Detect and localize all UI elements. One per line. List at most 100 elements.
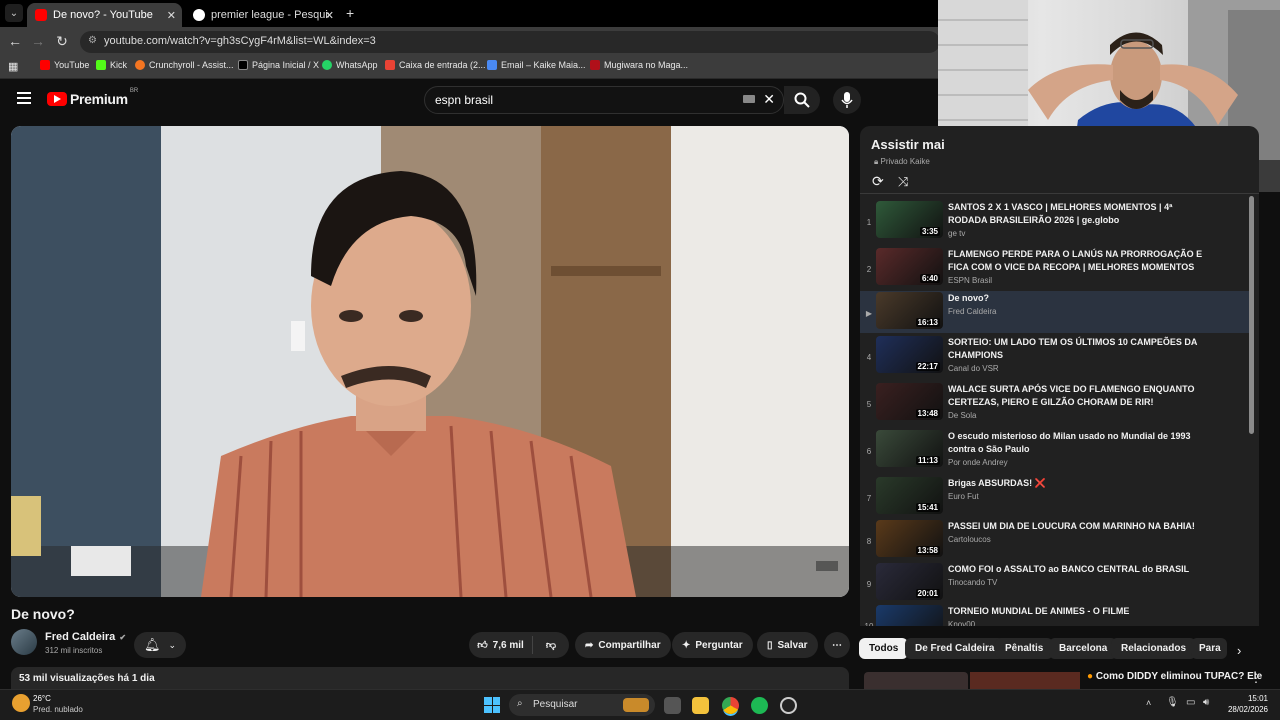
playlist-item-title[interactable]: O escudo misterioso do Milan usado no Mu… xyxy=(948,430,1213,456)
site-info-icon[interactable]: ⚙ xyxy=(88,35,97,46)
back-icon[interactable]: ← xyxy=(6,33,24,49)
playlist-item-thumbnail[interactable]: 22:17 xyxy=(876,336,943,373)
bookmark-mugiwara[interactable]: Mugiwara no Maga... xyxy=(590,60,688,70)
channel-avatar[interactable] xyxy=(11,629,37,655)
search-button[interactable] xyxy=(784,86,820,114)
clock-time[interactable]: 15:01 xyxy=(1222,694,1268,703)
ask-button[interactable]: ✦ Perguntar xyxy=(672,632,753,658)
description-box[interactable]: 53 mil visualizações há 1 dia xyxy=(11,667,849,689)
playlist-item[interactable]: 6 11:13 O escudo misterioso do Milan usado… xyxy=(860,429,1250,475)
loop-icon[interactable]: ⟳ xyxy=(872,173,884,190)
close-tab-icon[interactable]: ✕ xyxy=(325,9,334,22)
more-actions-button[interactable]: ⋯ xyxy=(824,632,850,658)
playlist-item-thumbnail[interactable]: 13:48 xyxy=(876,383,943,420)
playlist-item-title[interactable]: PASSEI UM DIA DE LOUCURA COM MARINHO NA … xyxy=(948,520,1213,533)
bookmark-crunchyroll[interactable]: Crunchyroll - Assist... xyxy=(135,60,234,70)
playlist-item-title[interactable]: SORTEIO: UM LADO TEM OS ÚLTIMOS 10 CAMPE… xyxy=(948,336,1213,362)
task-view-icon[interactable] xyxy=(664,697,681,714)
spotify-icon[interactable] xyxy=(751,697,768,714)
clear-search-icon[interactable]: ✕ xyxy=(763,91,775,108)
obs-icon[interactable] xyxy=(780,697,797,714)
playlist-item-title[interactable]: TORNEIO MUNDIAL DE ANIMES - O FILME xyxy=(948,605,1213,618)
bookmark-email[interactable]: Email – Kaike Maia... xyxy=(487,60,586,70)
video-player[interactable] xyxy=(11,126,849,597)
playlist-item-title[interactable]: De novo? xyxy=(948,292,1213,305)
next-video-menu-icon[interactable]: ⋮ xyxy=(1250,671,1262,685)
chip-para[interactable]: Para xyxy=(1191,638,1227,659)
chrome-icon[interactable] xyxy=(722,697,739,714)
playlist-title[interactable]: Assistir mai xyxy=(871,137,945,152)
playlist-item-title[interactable]: SANTOS 2 X 1 VASCO | MELHORES MOMENTOS |… xyxy=(948,201,1213,227)
clock-date[interactable]: 28/02/2026 xyxy=(1222,705,1268,714)
next-video-title[interactable]: ● Como DIDDY eliminou TUPAC? Ele xyxy=(1087,671,1262,682)
keyboard-icon[interactable] xyxy=(743,95,755,103)
bookmark-gmail[interactable]: Caixa de entrada (2... xyxy=(385,60,486,70)
youtube-logo[interactable]: Premium BR xyxy=(47,88,138,107)
bookmark-whatsapp[interactable]: WhatsApp xyxy=(322,60,378,70)
like-button[interactable]: 👍︎ 7,6 mil xyxy=(469,636,533,654)
playlist-item-thumbnail[interactable]: 6:40 xyxy=(876,248,943,285)
chip-relacionados[interactable]: Relacionados xyxy=(1111,638,1197,659)
notifications-button[interactable]: 🔔︎ ⌄ xyxy=(134,632,186,658)
volume-icon[interactable]: 🔊︎ xyxy=(1203,697,1209,708)
weather-icon[interactable] xyxy=(12,694,30,712)
menu-icon[interactable] xyxy=(17,92,31,104)
dislike-button[interactable]: 👎︎ xyxy=(533,639,569,651)
playlist-item-thumbnail[interactable]: 13:58 xyxy=(876,520,943,557)
bookmark-youtube[interactable]: YouTube xyxy=(40,60,89,70)
tab-search-icon[interactable]: ⌄ xyxy=(5,4,23,22)
reload-icon[interactable]: ↻ xyxy=(53,33,71,50)
share-button[interactable]: ➦ Compartilhar xyxy=(575,632,671,658)
url-bar[interactable]: ⚙ youtube.com/watch?v=gh3sCygF4rM&list=W… xyxy=(80,31,940,53)
chip-todos[interactable]: Todos xyxy=(859,638,909,659)
chip-de-fred-caldeira[interactable]: De Fred Caldeira xyxy=(905,638,1005,659)
tab-google[interactable]: premier league - Pesquisa Goo ✕ xyxy=(185,3,340,27)
bookmark-kick[interactable]: Kick xyxy=(96,60,127,70)
next-video-thumbnail-2[interactable] xyxy=(970,672,1080,689)
playlist-item-thumbnail[interactable] xyxy=(876,605,943,626)
playlist-item-thumbnail[interactable]: 16:13 xyxy=(876,292,943,329)
apps-grid-icon[interactable]: ▦ xyxy=(8,60,18,73)
playlist-item-title[interactable]: COMO FOI o ASSALTO ao BANCO CENTRAL do B… xyxy=(948,563,1213,576)
taskbar-search[interactable]: ⌕ Pesquisar xyxy=(509,694,655,716)
playlist-item[interactable]: 10 TORNEIO MUNDIAL DE ANIMES - O FILME Kno… xyxy=(860,604,1250,626)
playlist-item[interactable]: 7 15:41 Brigas ABSURDAS! ❌ Euro Fut xyxy=(860,476,1250,522)
voice-search-button[interactable] xyxy=(833,86,861,114)
playlist-item[interactable]: ▶ 16:13 De novo? Fred Caldeira xyxy=(860,291,1250,333)
forward-icon[interactable]: → xyxy=(29,33,47,49)
playlist-item[interactable]: 1 3:35 SANTOS 2 X 1 VASCO | MELHORES MOMEN… xyxy=(860,200,1250,246)
search-input[interactable]: espn brasil ✕ xyxy=(424,86,784,114)
playlist-item-title[interactable]: WALACE SURTA APÓS VICE DO FLAMENGO ENQUA… xyxy=(948,383,1213,409)
bookmark-x[interactable]: Página Inicial / X xyxy=(238,60,319,70)
playlist-item-thumbnail[interactable]: 15:41 xyxy=(876,477,943,514)
playlist-item-thumbnail[interactable]: 11:13 xyxy=(876,430,943,467)
playlist-item[interactable]: 4 22:17 SORTEIO: UM LADO TEM OS ÚLTIMOS 10… xyxy=(860,335,1250,381)
windows-start-icon[interactable] xyxy=(484,697,500,713)
channel-name[interactable]: Fred Caldeira xyxy=(45,631,115,643)
playlist-item[interactable]: 8 13:58 PASSEI UM DIA DE LOUCURA COM MARIN… xyxy=(860,519,1250,565)
tab-youtube[interactable]: De novo? - YouTube ✕ xyxy=(27,3,182,27)
file-explorer-icon[interactable] xyxy=(692,697,709,714)
playlist-item[interactable]: 9 20:01 COMO FOI o ASSALTO ao BANCO CENTRA… xyxy=(860,562,1250,608)
close-tab-icon[interactable]: ✕ xyxy=(167,9,176,22)
playlist-item-thumbnail[interactable]: 3:35 xyxy=(876,201,943,238)
channel-name-row[interactable]: Fred Caldeira ✔ xyxy=(45,631,126,643)
shuffle-icon[interactable]: ⤨ xyxy=(898,174,908,190)
network-icon[interactable]: ▭ xyxy=(1186,697,1195,708)
playlist-item[interactable]: 5 13:48 WALACE SURTA APÓS VICE DO FLAMENGO… xyxy=(860,382,1250,428)
new-tab-button[interactable]: + xyxy=(346,5,354,21)
chip-pênaltis[interactable]: Pênaltis xyxy=(995,638,1054,659)
playlist-scrollbar[interactable] xyxy=(1249,196,1254,434)
microphone-tray-icon[interactable]: 🎙︎ xyxy=(1166,697,1179,708)
save-button[interactable]: ▯ Salvar xyxy=(757,632,818,658)
chip-barcelona[interactable]: Barcelona xyxy=(1049,638,1118,659)
chips-next-icon[interactable]: › xyxy=(1237,643,1241,658)
playlist-item-title[interactable]: Brigas ABSURDAS! ❌ xyxy=(948,477,1213,490)
tray-chevron-icon[interactable]: ˄ xyxy=(1146,698,1151,708)
whatsapp-icon xyxy=(322,60,332,70)
playlist-item-thumbnail[interactable]: 20:01 xyxy=(876,563,943,600)
playlist-item-title[interactable]: FLAMENGO PERDE PARA O LANÚS NA PRORROGAÇ… xyxy=(948,248,1213,274)
weather-temp[interactable]: 26°C xyxy=(33,694,51,703)
next-video-thumbnail[interactable] xyxy=(864,672,968,689)
playlist-item[interactable]: 2 6:40 FLAMENGO PERDE PARA O LANÚS NA PROR… xyxy=(860,247,1250,293)
